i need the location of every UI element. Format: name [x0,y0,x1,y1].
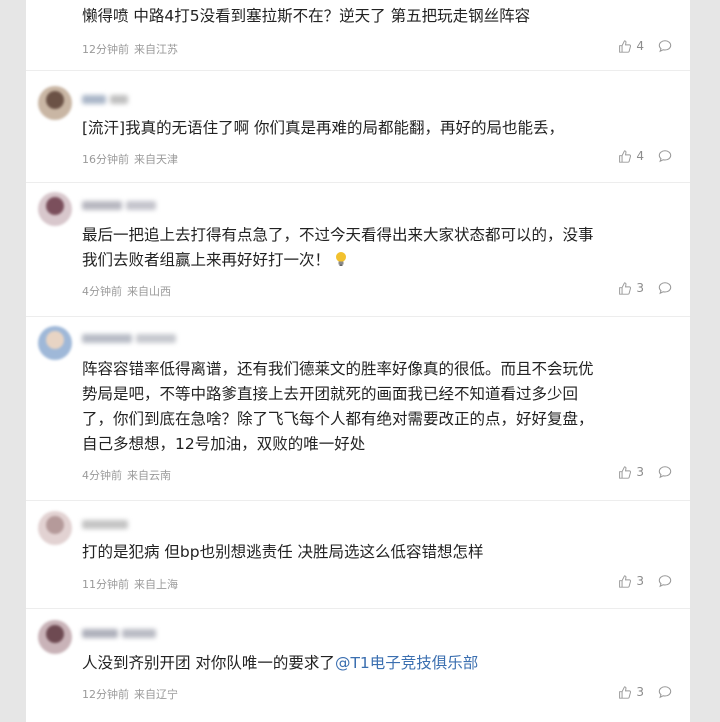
like-count: 3 [636,465,644,479]
lightbulb-emoji-icon [336,252,347,266]
comment-item: 最后一把追上去打得有点急了，不过今天看得出来大家状态都可以的，没事 我们去败者组… [26,182,690,317]
thumbs-up-icon [619,574,632,588]
like-button[interactable]: 4 [618,39,644,53]
comment-time: 12分钟前 [82,688,129,701]
like-button[interactable]: 3 [618,685,644,699]
comment-meta: 11分钟前 来自上海 [82,576,183,592]
comment-location: 来自天津 [134,153,178,166]
comment-text: 懒得喷 中路4打5没看到塞拉斯不在？逆天了 第五把玩走钢丝阵容 [82,7,531,25]
comment-location: 来自辽宁 [134,688,178,701]
avatar[interactable] [38,86,72,120]
comment-meta: 16分钟前 来自天津 [82,151,183,167]
comment-text: [流汗]我真的无语住了啊 你们真是再难的局都能翻，再好的局也能丢， [82,119,565,137]
avatar[interactable] [38,620,72,654]
comment-location: 来自上海 [134,578,178,591]
like-count: 4 [636,149,644,163]
like-count: 3 [636,685,644,699]
comment-meta: 4分钟前 来自云南 [82,467,176,483]
comment-time: 12分钟前 [82,43,129,56]
comment-item: 人没到齐别开团 对你队唯一的要求了@T1电子竞技俱乐部 12分钟前 来自辽宁 3 [26,608,690,722]
comment-bubble-icon[interactable] [658,281,672,295]
like-button[interactable]: 3 [618,281,644,295]
comment-time: 4分钟前 [82,469,122,482]
like-button[interactable]: 4 [618,149,644,163]
username[interactable] [82,518,202,530]
comment-time: 4分钟前 [82,285,122,298]
avatar[interactable] [38,511,72,545]
comment-text: 打的是犯病 但bp也别想逃责任 决胜局选这么低容错想怎样 [82,543,484,561]
comment-bubble-icon[interactable] [658,39,672,53]
thumbs-up-icon [619,39,632,53]
comment-text: 最后一把追上去打得有点急了，不过今天看得出来大家状态都可以的，没事 我们去败者组… [82,226,594,269]
avatar[interactable] [38,192,72,226]
comment-item: [流汗]我真的无语住了啊 你们真是再难的局都能翻，再好的局也能丢， 16分钟前来… [26,70,690,183]
comment-bubble-icon[interactable] [658,465,672,479]
like-count: 3 [636,281,644,295]
username[interactable] [82,199,202,211]
like-count: 4 [636,39,644,53]
mention-link[interactable]: @T1电子竞技俱乐部 [335,654,478,672]
comment-item: 打的是犯病 但bp也别想逃责任 决胜局选这么低容错想怎样 11分钟前 来自上海 3 [26,500,690,609]
username[interactable] [82,93,202,105]
comment-meta: 4分钟前 来自山西 [82,283,176,299]
comment-text: 阵容容错率低得离谱，还有我们德莱文的胜率好像真的很低。而且不会玩优 势局是吧，不… [82,360,594,453]
comment-item: 阵容容错率低得离谱，还有我们德莱文的胜率好像真的很低。而且不会玩优 势局是吧，不… [26,316,690,501]
username[interactable] [82,627,202,639]
comment-time: 11分钟前 [82,578,129,591]
like-button[interactable]: 3 [618,574,644,588]
comment-bubble-icon[interactable] [658,685,672,699]
comment-meta: 12分钟前 来自辽宁 [82,686,183,702]
comment-location: 来自江苏 [134,43,178,56]
comment-location: 来自云南 [127,469,171,482]
thumbs-up-icon [619,281,632,295]
comment-bubble-icon[interactable] [658,574,672,588]
comment-location: 来自山西 [127,285,171,298]
comment-item: 懒得喷 中路4打5没看到塞拉斯不在？逆天了 第五把玩走钢丝阵容 12分钟前 来自江… [26,0,690,71]
comment-list: 懒得喷 中路4打5没看到塞拉斯不在？逆天了 第五把玩走钢丝阵容 12分钟前 来自江… [26,0,690,722]
comment-meta: 12分钟前 来自江苏 [82,41,183,57]
comment-text: 人没到齐别开团 对你队唯一的要求了@T1电子竞技俱乐部 [82,654,479,672]
username[interactable] [82,332,202,344]
thumbs-up-icon [619,465,632,479]
avatar[interactable] [38,326,72,360]
like-button[interactable]: 3 [618,465,644,479]
thumbs-up-icon [619,149,632,163]
thumbs-up-icon [619,685,632,699]
like-count: 3 [636,574,644,588]
comment-bubble-icon[interactable] [658,149,672,163]
comment-time: 16分钟前 [82,153,129,166]
